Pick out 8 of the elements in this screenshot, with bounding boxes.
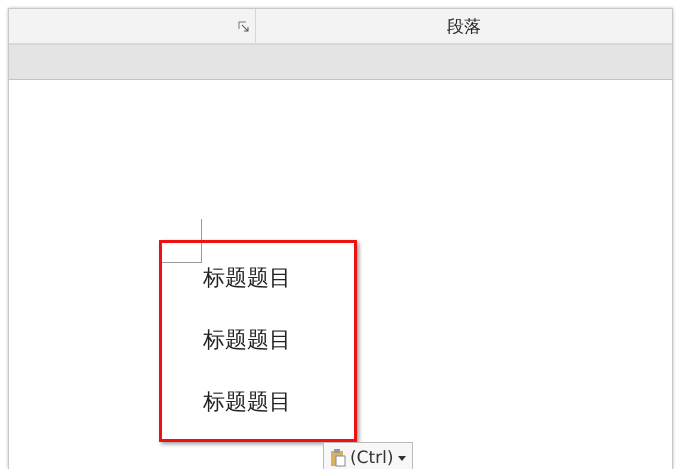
document-text: 标题题目: [203, 265, 292, 293]
group-label: 段落: [446, 16, 481, 38]
dialog-launcher-icon[interactable]: [238, 20, 249, 32]
clipboard-icon: [330, 449, 346, 467]
caret-icon: [398, 456, 406, 460]
document-text: 标题题目: [203, 389, 292, 417]
paste-options-button[interactable]: (Ctrl): [323, 442, 413, 469]
document-text: 标题题目: [203, 327, 292, 355]
